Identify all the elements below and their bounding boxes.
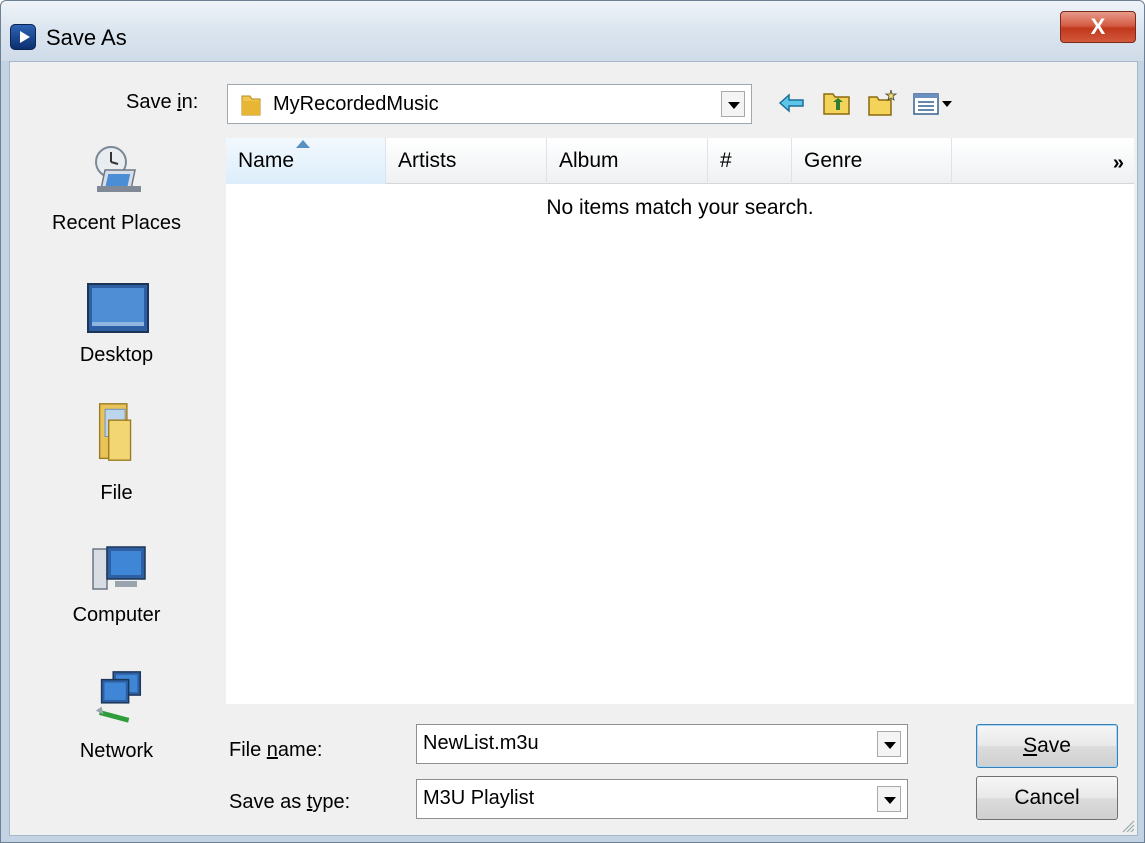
- resize-grip-icon[interactable]: [1119, 817, 1135, 833]
- file-name-field[interactable]: NewList.m3u: [416, 724, 908, 764]
- up-folder-icon[interactable]: [821, 88, 853, 118]
- window-title: Save As: [46, 25, 127, 50]
- file-folder-icon: [98, 403, 132, 461]
- save-in-label: Save in:: [126, 91, 199, 113]
- more-columns-icon[interactable]: »: [1113, 138, 1124, 188]
- sort-ascending-icon: [296, 140, 310, 148]
- place-label: Desktop: [79, 344, 154, 366]
- view-menu-icon[interactable]: [911, 88, 961, 118]
- column-header-artists[interactable]: Artists: [386, 138, 547, 184]
- chevron-down-icon[interactable]: [877, 786, 901, 812]
- recent-places-icon: [95, 146, 141, 192]
- close-button[interactable]: X: [1060, 11, 1136, 43]
- chevron-down-icon[interactable]: [877, 731, 901, 757]
- empty-list-message: No items match your search.: [546, 196, 814, 219]
- place-label: File: [100, 482, 133, 504]
- dialog-body: Save in: MyRecordedMusic Recent Places D…: [9, 61, 1138, 836]
- column-header-name[interactable]: Name: [226, 138, 386, 184]
- chevron-down-icon[interactable]: [721, 91, 745, 117]
- back-arrow-icon[interactable]: [776, 88, 808, 118]
- save-as-type-select[interactable]: M3U Playlist: [416, 779, 908, 819]
- media-player-icon: [10, 24, 36, 50]
- file-name-value: NewList.m3u: [423, 732, 539, 754]
- save-in-value: MyRecordedMusic: [273, 93, 439, 115]
- place-computer[interactable]: Computer: [14, 540, 219, 660]
- place-network[interactable]: Network: [14, 668, 219, 788]
- save-in-combobox[interactable]: MyRecordedMusic: [227, 84, 752, 124]
- places-bar: Recent Places Desktop File Computer Netw…: [14, 140, 219, 780]
- column-header-row: Name Artists Album # Genre »: [226, 138, 1134, 184]
- network-icon: [95, 671, 142, 723]
- place-desktop[interactable]: Desktop: [14, 280, 219, 400]
- place-label: Computer: [72, 604, 161, 626]
- title-bar[interactable]: Save As X: [1, 1, 1144, 61]
- save-as-type-label: Save as type:: [229, 791, 351, 813]
- column-header-track-number[interactable]: #: [708, 138, 792, 184]
- save-as-type-value: M3U Playlist: [423, 787, 535, 809]
- new-folder-icon[interactable]: [866, 88, 898, 118]
- place-recent-places[interactable]: Recent Places: [14, 140, 219, 260]
- place-label: Network: [79, 740, 154, 762]
- cancel-button[interactable]: Cancel: [976, 776, 1118, 820]
- folder-icon: [241, 95, 261, 116]
- computer-icon: [92, 546, 146, 590]
- column-header-genre[interactable]: Genre: [792, 138, 952, 184]
- desktop-icon: [87, 283, 149, 333]
- place-label: Recent Places: [52, 212, 181, 234]
- column-header-label: Name: [238, 149, 295, 172]
- place-file[interactable]: File: [14, 402, 219, 522]
- file-name-label: File name:: [229, 739, 323, 761]
- save-as-dialog: Save As X Save in: MyRecordedMusic Recen…: [0, 0, 1145, 843]
- file-list[interactable]: Name Artists Album # Genre » No items ma…: [226, 138, 1134, 704]
- save-button[interactable]: Save: [976, 724, 1118, 768]
- column-header-album[interactable]: Album: [547, 138, 708, 184]
